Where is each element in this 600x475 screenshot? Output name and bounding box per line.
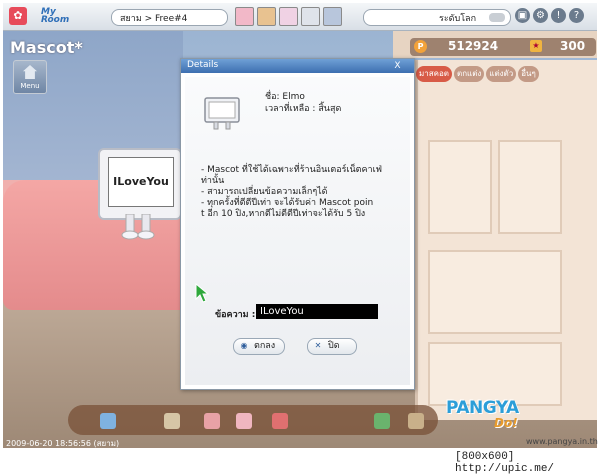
message-label: ข้อความ :: [215, 310, 256, 320]
ok-button[interactable]: ◉ ตกลง: [233, 338, 285, 355]
menu-button[interactable]: Menu: [13, 60, 47, 94]
mascot-legs: [121, 214, 155, 240]
dialog-title-bar[interactable]: Details X: [181, 59, 414, 73]
pangya-icon[interactable]: ✿: [9, 7, 27, 25]
ok-label: ตกลง: [254, 341, 276, 351]
cabinet-drawer: [428, 342, 562, 406]
cabinet-door: [498, 140, 562, 234]
location-box[interactable]: สยาม > Free#4: [111, 9, 228, 26]
currency-bar: P 512924 ★ 300: [410, 38, 596, 56]
pang-icon: P: [414, 40, 427, 53]
exit-room-icon[interactable]: [374, 413, 390, 429]
avatar[interactable]: [279, 7, 298, 26]
tab-dress[interactable]: แต่งตัว: [486, 66, 517, 82]
description-line: ท่านั้น: [201, 176, 225, 186]
category-tabs: มาสคอต ตกแต่ง แต่งตัว อื่นๆ: [416, 66, 541, 82]
avatar[interactable]: [323, 7, 342, 26]
door-icon[interactable]: [100, 413, 116, 429]
description-line: - ทุกครั้งที่ตีตีปีเท่า จะได้รับค่า Masc…: [201, 198, 374, 208]
furniture-icon[interactable]: [164, 413, 180, 429]
close-x-icon: ✕: [314, 341, 322, 350]
tab-mascot[interactable]: มาสคอต: [416, 66, 452, 82]
top-bar: ✿ My Room สยาม > Free#4 ระดับโลก ▣ ⚙!?: [3, 3, 597, 31]
mascot-elmo[interactable]: ILoveYou: [98, 148, 182, 220]
tab-other[interactable]: อื่นๆ: [518, 66, 539, 82]
resolution-note: [800x600] http://upic.me/: [455, 451, 555, 475]
avatar[interactable]: [235, 7, 254, 26]
pangya-logo-sub: Do!: [494, 416, 518, 430]
close-icon[interactable]: X: [391, 61, 404, 71]
cabinet: [415, 60, 597, 420]
cookie-amount: 300: [560, 39, 586, 53]
avatar[interactable]: [301, 7, 320, 26]
options-icon[interactable]: ⚙: [533, 8, 548, 23]
sound-toggle[interactable]: [489, 13, 505, 22]
cancel-button[interactable]: ✕ ปิด: [307, 338, 357, 355]
game-window: ILoveYou ✿ My Room สยาม > Free#4 ระดับโล…: [0, 0, 600, 475]
myroom-label[interactable]: My Room: [41, 8, 69, 25]
top-icons: ▣ ⚙!?: [515, 8, 587, 23]
description-line: - สามารถเปลี่ยนข้อความเล็กๆได้: [201, 187, 328, 197]
mascot-tv-icon: [204, 97, 240, 130]
world-select[interactable]: ระดับโลก: [363, 9, 511, 26]
ok-icon: ◉: [240, 341, 248, 350]
menu-label: Menu: [20, 82, 40, 90]
storage-icon[interactable]: [408, 413, 424, 429]
dialog-title: Details: [187, 60, 219, 70]
site-url: www.pangya.in.th: [526, 437, 598, 446]
location-text: สยาม > Free#4: [120, 14, 188, 24]
cursor-icon: [195, 283, 209, 303]
room-title: Mascot*: [10, 38, 83, 57]
cookie-icon: ★: [530, 40, 542, 52]
cabinet-drawer: [428, 250, 562, 334]
house-icon[interactable]: [272, 413, 288, 429]
description-line: - Mascot ที่ใช้ได้เฉพาะที่ร้านอินเตอร์เน…: [201, 165, 383, 175]
item-box-icon[interactable]: [236, 413, 252, 429]
help-icon[interactable]: ?: [569, 8, 584, 23]
avatar[interactable]: [257, 7, 276, 26]
mascot-screen-text: ILoveYou: [108, 157, 174, 207]
info-icon[interactable]: !: [551, 8, 566, 23]
window-icon[interactable]: ▣: [515, 8, 530, 23]
cabinet-door: [428, 140, 492, 234]
pang-amount: 512924: [448, 39, 499, 53]
message-input[interactable]: ILoveYou: [256, 304, 378, 319]
description-line: t อีก 10 ปิง,หากตีไม่ตีตีปีเท่าจะได้รับ …: [201, 209, 366, 219]
world-label: ระดับโลก: [439, 14, 477, 24]
image-footer: [800x600] http://upic.me/: [0, 448, 600, 475]
time-remaining: เวลาที่เหลือ : สิ้นสุด: [265, 104, 342, 114]
mascot-description: - Mascot ที่ใช้ได้เฉพาะที่ร้านอินเตอร์เน…: [201, 165, 401, 220]
pangya-logo: PANGYA: [446, 398, 519, 418]
gift-icon[interactable]: [204, 413, 220, 429]
house-icon: [23, 65, 37, 79]
bottom-toolbar: [68, 405, 438, 435]
cancel-label: ปิด: [328, 341, 340, 351]
visitor-avatars: [235, 7, 345, 26]
tab-decor[interactable]: ตกแต่ง: [454, 66, 485, 82]
